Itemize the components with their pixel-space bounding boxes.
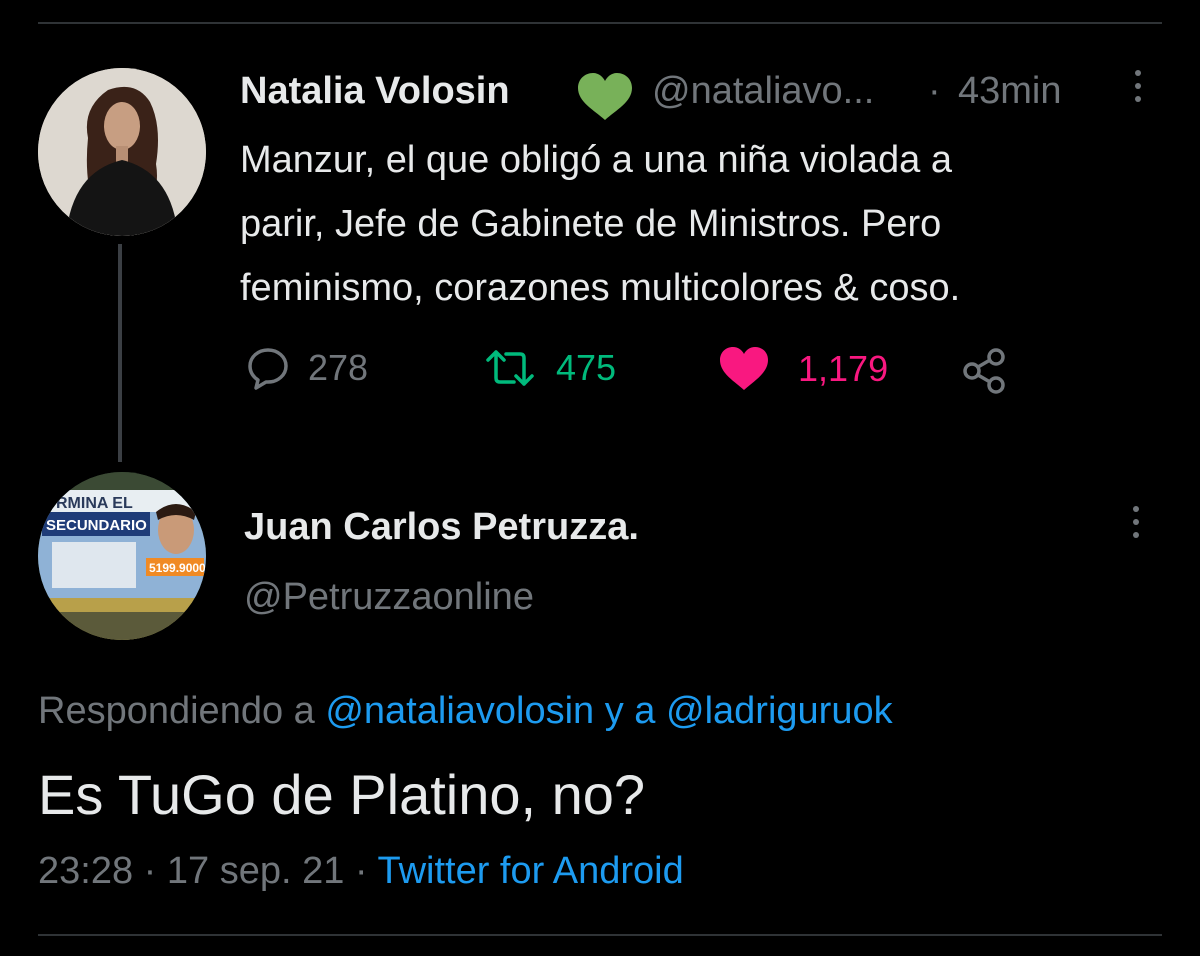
- mention-nataliavolosin[interactable]: @nataliavolosin: [325, 690, 594, 732]
- avatar-poster-text-2: SECUNDARIO: [46, 517, 147, 534]
- tweet-text-line: parir, Jefe de Gabinete de Ministros. Pe…: [240, 203, 942, 245]
- retweet-count: 475: [556, 347, 617, 388]
- avatar-natalia-image: [38, 68, 206, 236]
- more-options-icon[interactable]: [1132, 70, 1144, 109]
- replying-join: y a: [604, 690, 656, 732]
- tweet-text-line: feminismo, corazones multicolores & coso…: [240, 267, 961, 309]
- author-handle-juan-carlos[interactable]: @Petruzzaonline: [244, 576, 534, 619]
- tweet-time[interactable]: 23:28: [38, 850, 133, 892]
- replying-to-line: Respondiendo a @nataliavolosin y a @ladr…: [38, 690, 893, 733]
- reply-tweet-text: Es TuGo de Platino, no?: [38, 763, 646, 826]
- mention-ladriguruok[interactable]: @ladriguruok: [666, 690, 893, 732]
- more-options-icon[interactable]: [1130, 506, 1142, 545]
- retweet-button[interactable]: 475: [482, 346, 616, 390]
- top-divider: [38, 22, 1162, 24]
- share-icon[interactable]: [960, 348, 1008, 399]
- like-icon: [720, 347, 768, 390]
- avatar-poster-text-1: RMINA EL: [56, 495, 133, 512]
- tweet-time[interactable]: 43min: [958, 70, 1062, 113]
- thread-connector-line: [118, 244, 122, 462]
- like-count: 1,179: [798, 348, 889, 389]
- avatar-juan-carlos-image: RMINA EL SECUNDARIO 5199.9000: [38, 472, 206, 640]
- tweet-date[interactable]: 17 sep. 21: [167, 850, 344, 892]
- tweet-source-link[interactable]: Twitter for Android: [377, 850, 683, 892]
- bottom-divider: [38, 934, 1162, 936]
- tweet-text: Manzur, el que obligó a una niña violada…: [240, 128, 1160, 320]
- replying-prefix: Respondiendo a: [38, 690, 315, 732]
- header-separator: ·: [928, 70, 941, 112]
- like-button[interactable]: 1,179: [718, 346, 888, 392]
- meta-separator: ·: [354, 850, 368, 892]
- author-name-natalia[interactable]: Natalia Volosin: [240, 70, 510, 113]
- reply-icon: [248, 348, 288, 390]
- reply-button[interactable]: 278: [246, 346, 368, 390]
- avatar-juan-carlos[interactable]: RMINA EL SECUNDARIO 5199.9000: [38, 472, 206, 640]
- retweet-icon: [486, 350, 534, 386]
- tweet-meta-line: 23:28 · 17 sep. 21 · Twitter for Android: [38, 850, 684, 893]
- reply-count: 278: [308, 347, 369, 388]
- avatar-natalia[interactable]: [38, 68, 206, 236]
- author-name-juan-carlos[interactable]: Juan Carlos Petruzza.: [244, 506, 639, 549]
- avatar-poster-phone: 5199.9000: [149, 561, 206, 575]
- author-handle-natalia[interactable]: @nataliavo...: [652, 70, 874, 113]
- green-heart-icon: [576, 72, 634, 127]
- meta-separator: ·: [143, 850, 157, 892]
- tweet-text-line: Manzur, el que obligó a una niña violada…: [240, 139, 952, 181]
